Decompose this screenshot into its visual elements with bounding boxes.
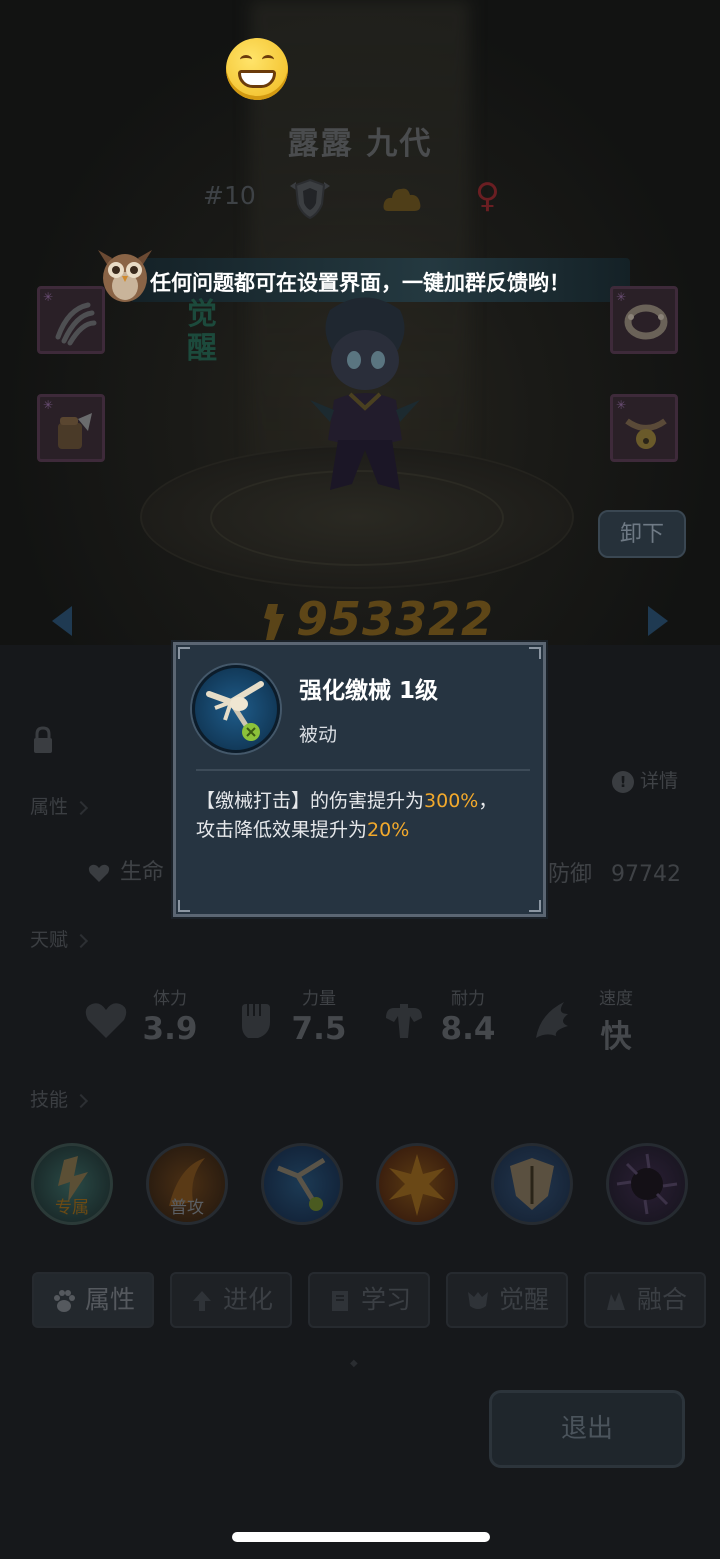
details-button[interactable]: ! 详情 [612,766,678,793]
explosion-skill-icon [389,1154,445,1216]
armor-skill-icon [510,1158,554,1210]
evolve-icon [192,1291,211,1311]
trait-value: 8.4 [440,1011,496,1047]
tab-learn[interactable]: 学习 [308,1272,430,1328]
grin-emoji-icon[interactable] [226,38,288,100]
heart-icon [88,864,110,882]
fusion-icon [606,1292,625,1310]
hp-stat: 生命 [88,854,164,886]
trait-stamina: 体力 3.9 [110,984,230,1047]
unequip-button[interactable]: 卸下 [598,510,686,558]
shield-icon [290,178,330,220]
details-label: 详情 [640,770,679,792]
hero-name: 露露 九代 [287,126,433,162]
popup-corner [178,900,190,912]
trait-label: 力量 [302,989,336,1009]
collar-icon [624,304,668,340]
trait-label: 体力 [153,989,187,1009]
tab-label: 进化 [222,1285,273,1314]
tab-label: 觉醒 [498,1285,549,1314]
awaken-label: 觉醒 [187,297,217,366]
trait-value: 7.5 [291,1011,347,1047]
hp-label: 生命 [120,860,165,885]
trait-endurance: 耐力 8.4 [408,984,528,1047]
tab-evolve[interactable]: 进化 [170,1272,292,1328]
equip-slot-claw[interactable]: ✳ [37,286,105,354]
paw-icon [53,1290,75,1312]
trait-value: 3.9 [142,1011,198,1047]
skill-tooltip[interactable]: 强化缴械 1级 被动 【缴械打击】的伤害提升为300%， 攻击降低效果提升为20… [173,642,546,917]
skill-description: 【缴械打击】的伤害提升为300%， 攻击降低效果提升为20% [196,787,536,845]
desc-text: 攻击降低效果提升为 [196,819,368,841]
defense-value: 97742 [611,862,682,887]
popup-divider [196,769,530,771]
next-hero-arrow-icon[interactable] [648,606,668,636]
tab-attributes[interactable]: 属性 [32,1272,154,1328]
skill-exclusive[interactable]: 专属 [31,1143,113,1225]
skill-type: 被动 [299,724,338,746]
tab-awaken[interactable]: 觉醒 [446,1272,568,1328]
combat-power-value: 953322 [296,592,495,646]
chevron-right-icon [73,800,89,815]
skills-section-header: 技能 [30,1085,89,1112]
trait-label: 耐力 [451,989,485,1009]
desc-text: ， [478,790,498,812]
attributes-section-label: 属性 [30,796,69,818]
skill-label: 专属 [55,1198,89,1218]
trait-strength: 力量 7.5 [259,984,379,1047]
skill-armor[interactable] [491,1143,573,1225]
trait-speed: 速度 快 [556,984,676,1056]
tab-label: 属性 [84,1285,135,1314]
bell-collar-icon [625,418,667,449]
cable-strike-icon [192,665,280,753]
talent-section-header: 天赋 [30,925,89,952]
book-icon [331,1291,348,1311]
tab-fusion[interactable]: 融合 [584,1272,706,1328]
exit-button[interactable]: 退出 [489,1390,685,1468]
divider-mark: ◆ [350,1358,358,1369]
attributes-section-header: 属性 [30,792,89,819]
desc-line-1: 【缴械打击】的伤害提升为300%， [196,787,536,816]
awaken-icon [467,1292,488,1309]
desc-highlight-reduction: 20% [367,819,410,841]
dark-burst-icon [616,1153,678,1215]
desc-text: 【缴械打击】的伤害提升为 [196,790,425,812]
skill-label: 普攻 [170,1198,204,1218]
power-fist-icon [264,604,284,640]
female-icon: ♀ [475,176,500,216]
lock-icon[interactable] [33,726,53,754]
cable-strike-icon [277,1157,326,1211]
skills-section-label: 技能 [30,1089,69,1111]
equip-slot-collar[interactable]: ✳ [610,286,678,354]
popup-corner [529,647,541,659]
desc-line-2: 攻击降低效果提升为20% [196,816,536,845]
defense-label: 防御 [548,862,593,887]
equip-slot-bell[interactable]: ✳ [610,394,678,462]
hero-rank: #10 [203,181,256,210]
chevron-right-icon [73,1093,89,1108]
popup-corner [178,647,190,659]
chevron-right-icon [73,933,89,948]
trait-label: 速度 [599,989,633,1009]
skill-title: 强化缴械 1级 [299,678,439,704]
skill-dark-burst[interactable] [606,1143,688,1225]
hero-figure[interactable] [290,290,440,500]
claw-icon [55,302,97,346]
popup-corner [529,900,541,912]
info-icon: ! [612,770,634,793]
prev-hero-arrow-icon[interactable] [52,606,72,636]
talent-section-label: 天赋 [30,929,69,951]
trait-value: 快 [600,1019,632,1055]
tab-label: 学习 [360,1285,411,1314]
skill-cable-strike[interactable] [261,1143,343,1225]
desc-highlight-damage: 300% [424,790,479,812]
gauntlet-icon [58,413,92,449]
cloud-icon [383,188,421,211]
home-indicator[interactable] [232,1532,490,1542]
skill-basic-attack[interactable]: 普攻 [146,1143,228,1225]
skill-explosion[interactable] [376,1143,458,1225]
equip-slot-gauntlet[interactable]: ✳ [37,394,105,462]
defense-stat: 防御 97742 [548,856,681,888]
tab-label: 融合 [636,1285,687,1314]
